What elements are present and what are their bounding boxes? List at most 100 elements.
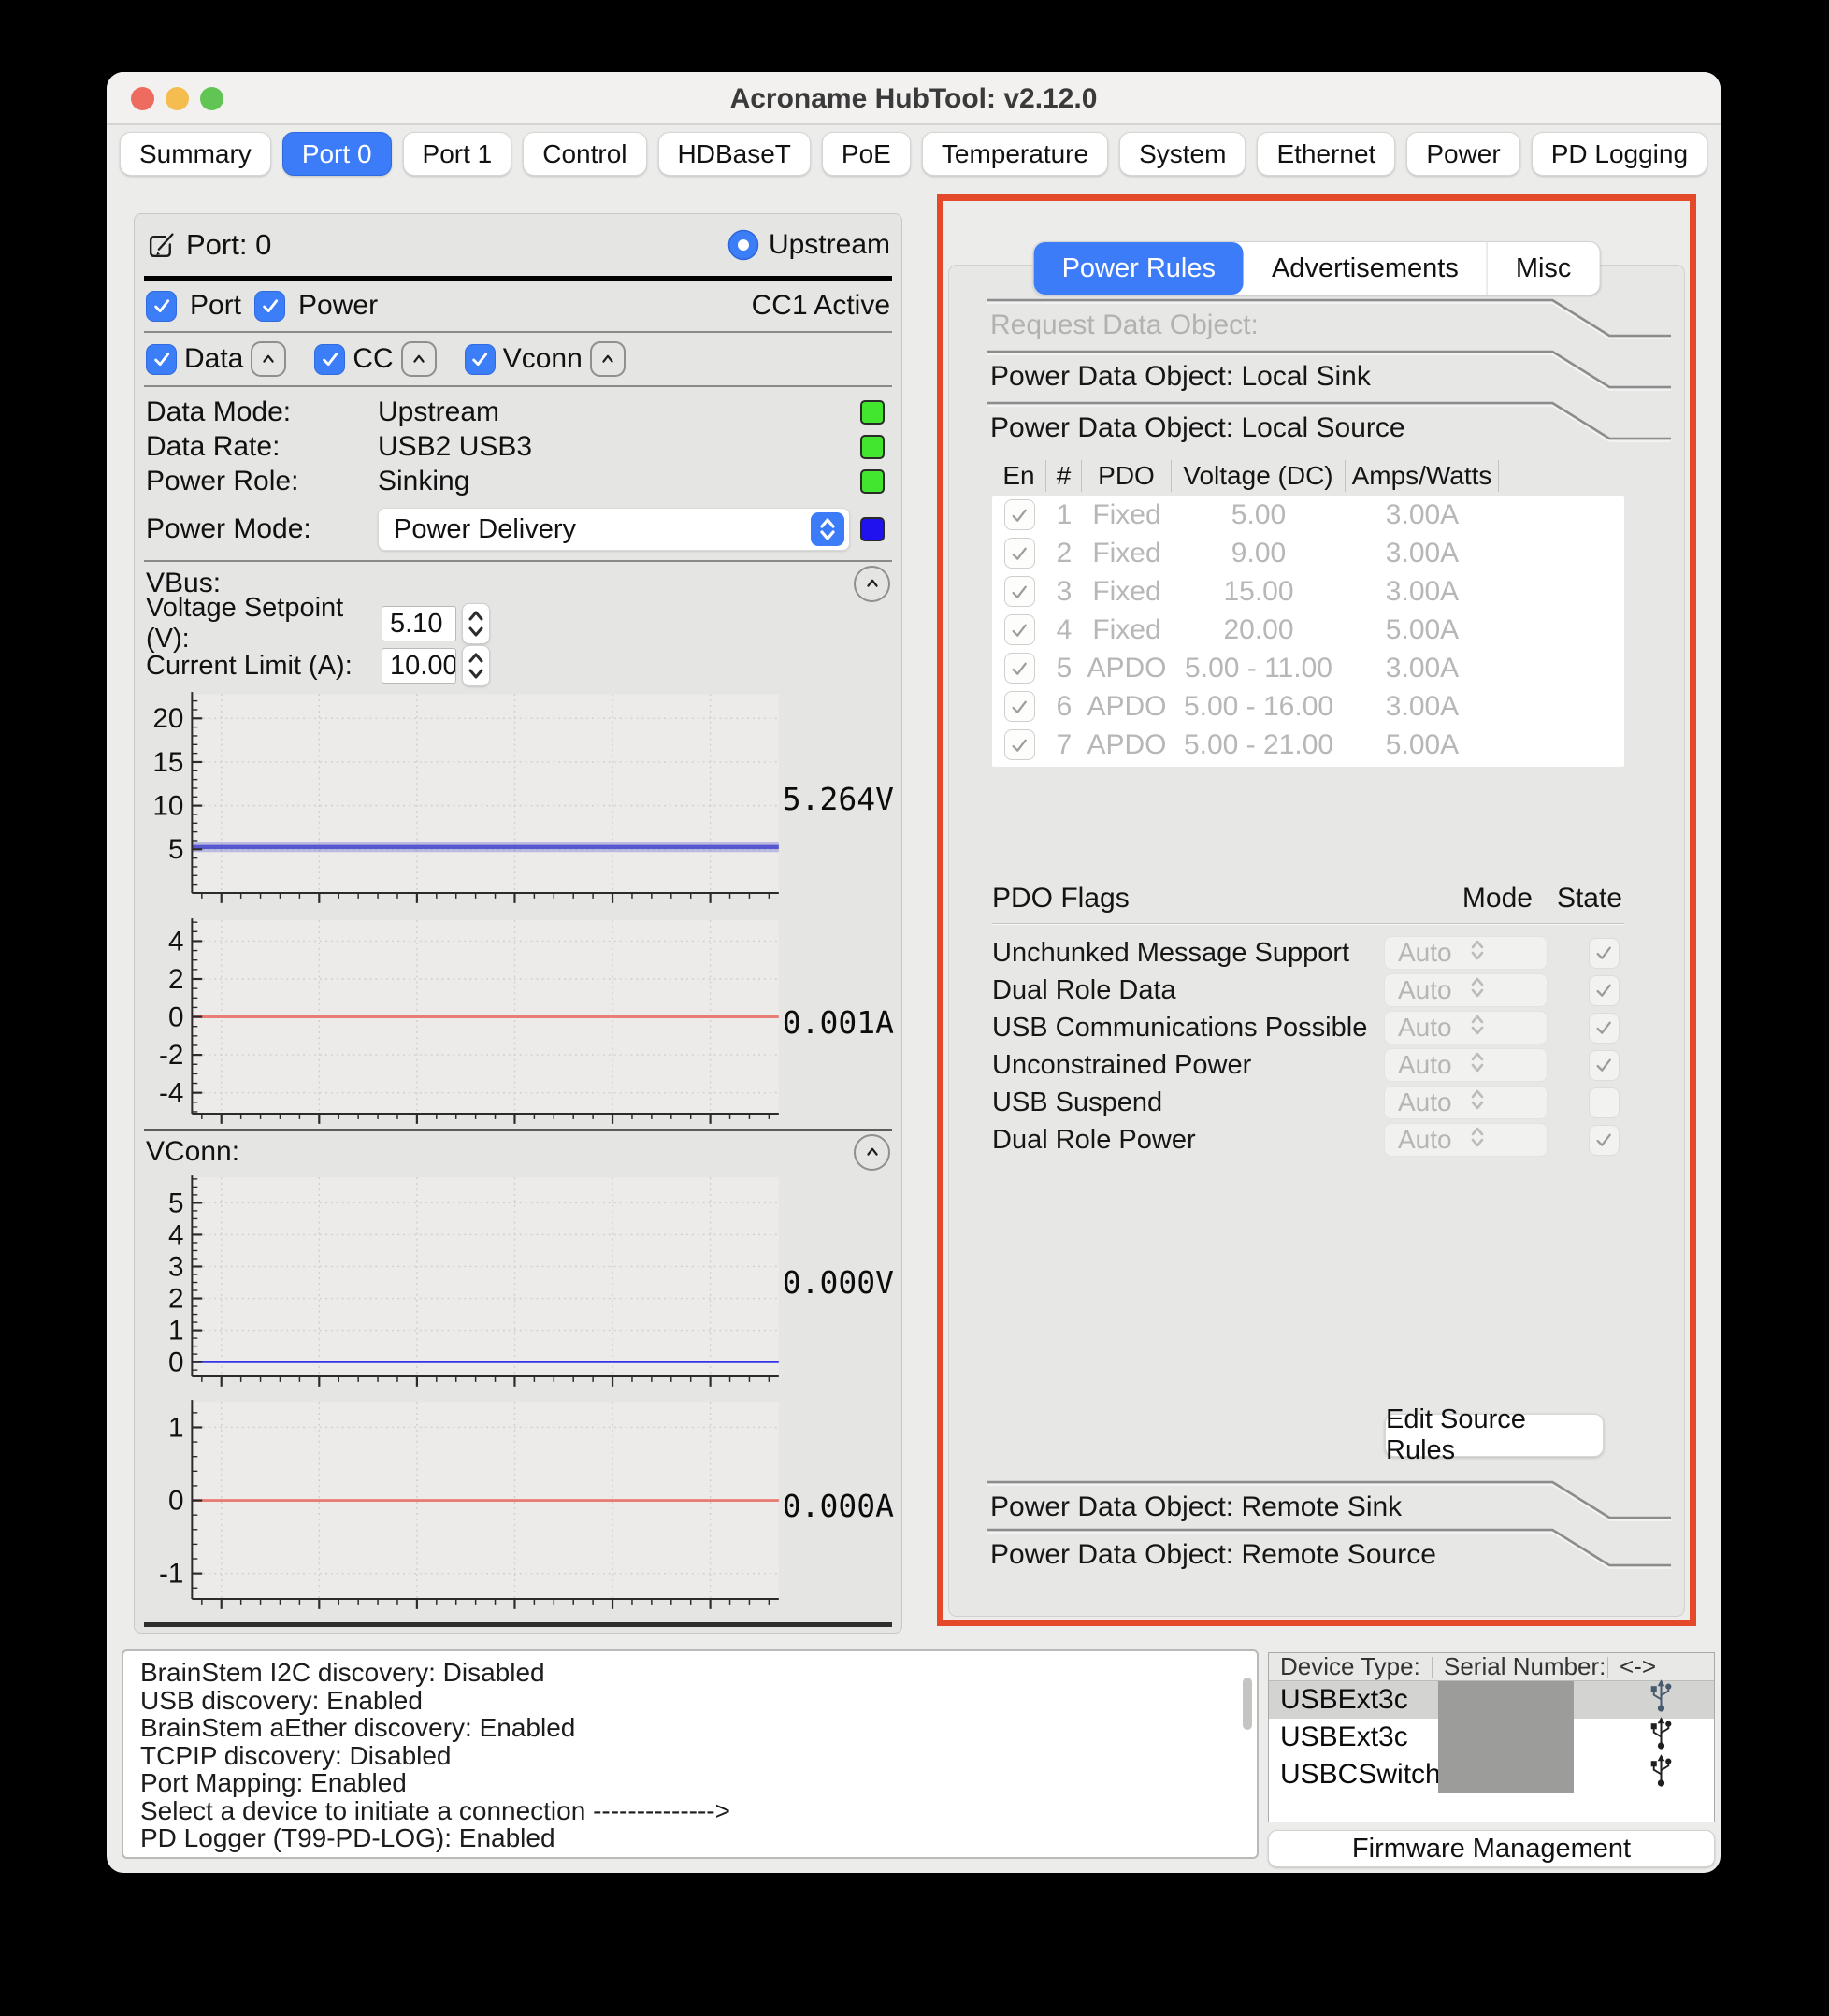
state-column-header: State bbox=[1557, 883, 1622, 914]
log-scrollbar[interactable] bbox=[1243, 1678, 1252, 1730]
tab-poe[interactable]: PoE bbox=[822, 132, 911, 176]
pdo-row: 3Fixed15.003.00A bbox=[992, 572, 1624, 611]
port-checkbox[interactable] bbox=[146, 291, 177, 322]
flag-label: USB Communications Possible bbox=[992, 1013, 1384, 1044]
voltage-setpoint-input[interactable] bbox=[382, 606, 456, 641]
section-local-sink[interactable]: Power Data Object: Local Sink bbox=[987, 350, 1671, 398]
flag-state-checkbox[interactable] bbox=[1589, 1125, 1620, 1156]
upstream-radio[interactable] bbox=[727, 229, 759, 261]
vbus-voltage-reading: 5.264V bbox=[783, 689, 901, 908]
pdo-enabled-checkbox[interactable] bbox=[1004, 653, 1035, 684]
tab-temperature[interactable]: Temperature bbox=[922, 132, 1108, 176]
power-checkbox[interactable] bbox=[254, 291, 285, 322]
pdo-row-cell: APDO bbox=[1082, 653, 1172, 684]
vbus-current-reading: 0.001A bbox=[783, 915, 901, 1129]
edit-port-icon[interactable] bbox=[146, 230, 177, 261]
signal-toggle-cc: CC bbox=[314, 341, 436, 377]
tab-advertisements[interactable]: Advertisements bbox=[1244, 242, 1487, 295]
vconn-collapse-button[interactable] bbox=[854, 1134, 890, 1171]
tab-port-1[interactable]: Port 1 bbox=[403, 132, 512, 176]
flag-mode-select[interactable]: Auto bbox=[1384, 1123, 1548, 1157]
flag-state-wrap bbox=[1583, 1087, 1624, 1118]
tab-power[interactable]: Power bbox=[1406, 132, 1519, 176]
flag-mode-select[interactable]: Auto bbox=[1384, 1048, 1548, 1082]
flag-state-checkbox[interactable] bbox=[1589, 1013, 1620, 1044]
pdo-enabled-checkbox[interactable] bbox=[1004, 538, 1035, 569]
flag-mode-select[interactable]: Auto bbox=[1384, 1086, 1548, 1119]
current-limit-stepper[interactable] bbox=[462, 645, 490, 686]
tab-control[interactable]: Control bbox=[523, 132, 646, 176]
edit-source-rules-button[interactable]: Edit Source Rules bbox=[1385, 1414, 1604, 1457]
pdo-row-cell: 5.00 - 11.00 bbox=[1172, 653, 1346, 684]
data-checkbox[interactable] bbox=[146, 344, 177, 375]
flag-state-checkbox[interactable] bbox=[1589, 1087, 1620, 1118]
info-row: Data Rate:USB2 USB3 bbox=[146, 429, 890, 464]
tab-pd-logging[interactable]: PD Logging bbox=[1532, 132, 1707, 176]
pdo-enabled-checkbox[interactable] bbox=[1004, 691, 1035, 722]
pdo-flag-row: USB SuspendAuto bbox=[992, 1084, 1624, 1121]
flag-state-checkbox[interactable] bbox=[1589, 938, 1620, 969]
power-rules-group-box: Request Data Object: Power Data Object: … bbox=[948, 265, 1685, 1617]
tab-ethernet[interactable]: Ethernet bbox=[1257, 132, 1395, 176]
tab-port-0[interactable]: Port 0 bbox=[282, 132, 392, 176]
flag-state-wrap bbox=[1583, 1013, 1624, 1044]
svg-text:-2: -2 bbox=[159, 1040, 183, 1071]
current-limit-input[interactable] bbox=[382, 648, 456, 684]
section-request-data-object[interactable]: Request Data Object: bbox=[987, 298, 1671, 347]
pdo-enabled-checkbox[interactable] bbox=[1004, 499, 1035, 530]
pdo-row-cell: 3.00A bbox=[1346, 499, 1499, 531]
pdo-row-cell: 4 bbox=[1046, 614, 1082, 646]
info-label: Data Mode: bbox=[146, 396, 378, 428]
flag-state-checkbox[interactable] bbox=[1589, 1050, 1620, 1081]
section-remote-sink[interactable]: Power Data Object: Remote Sink bbox=[987, 1480, 1671, 1529]
pdo-enabled-checkbox[interactable] bbox=[1004, 576, 1035, 607]
flag-label: USB Suspend bbox=[992, 1087, 1384, 1118]
section-local-source[interactable]: Power Data Object: Local Source bbox=[987, 401, 1671, 450]
vconn-collapse-button[interactable] bbox=[590, 341, 626, 377]
log-line: BrainStem aEther discovery: Enabled bbox=[140, 1714, 1240, 1742]
cc-status: CC1 Active bbox=[752, 290, 890, 322]
flag-state-checkbox[interactable] bbox=[1589, 975, 1620, 1006]
device-row[interactable]: USBExt3c bbox=[1269, 1681, 1714, 1719]
pdo-row: 1Fixed5.003.00A bbox=[992, 496, 1624, 534]
tab-system[interactable]: System bbox=[1119, 132, 1246, 176]
cc-collapse-button[interactable] bbox=[401, 341, 437, 377]
tab-hdbaset[interactable]: HDBaseT bbox=[658, 132, 811, 176]
tab-summary[interactable]: Summary bbox=[120, 132, 271, 176]
chevron-up-down-icon bbox=[1469, 938, 1540, 969]
svg-text:0: 0 bbox=[168, 1347, 184, 1378]
power-mode-label: Power Mode: bbox=[146, 513, 378, 545]
pdo-column-header: # bbox=[1046, 460, 1082, 492]
cc-checkbox-label: CC bbox=[353, 343, 393, 375]
svg-text:-1: -1 bbox=[159, 1559, 183, 1590]
flag-mode-select[interactable]: Auto bbox=[1384, 973, 1548, 1007]
firmware-management-button[interactable]: Firmware Management bbox=[1268, 1830, 1715, 1867]
tab-power-rules[interactable]: Power Rules bbox=[1034, 242, 1244, 295]
serial-redaction bbox=[1438, 1719, 1574, 1756]
flag-mode-select[interactable]: Auto bbox=[1384, 1011, 1548, 1044]
pdo-row-cell bbox=[992, 653, 1046, 684]
vbus-collapse-button[interactable] bbox=[854, 566, 890, 602]
section-remote-source[interactable]: Power Data Object: Remote Source bbox=[987, 1528, 1671, 1577]
pdo-enabled-checkbox[interactable] bbox=[1004, 729, 1035, 760]
device-row[interactable]: USBExt3c bbox=[1269, 1719, 1714, 1756]
power-mode-select[interactable]: Power Delivery bbox=[378, 508, 850, 551]
pdo-enabled-checkbox[interactable] bbox=[1004, 614, 1035, 645]
tab-misc[interactable]: Misc bbox=[1487, 242, 1600, 295]
log-line: TCPIP discovery: Disabled bbox=[140, 1742, 1240, 1770]
vconn-checkbox[interactable] bbox=[465, 344, 496, 375]
flag-state-wrap bbox=[1583, 938, 1624, 969]
data-collapse-button[interactable] bbox=[251, 341, 286, 377]
pdo-row-cell bbox=[992, 614, 1046, 645]
serial-number-header: Serial Number: bbox=[1432, 1657, 1607, 1678]
cc-checkbox[interactable] bbox=[314, 344, 345, 375]
device-serial bbox=[1432, 1756, 1607, 1793]
status-log[interactable]: BrainStem I2C discovery: DisabledUSB dis… bbox=[122, 1649, 1259, 1859]
device-serial bbox=[1432, 1719, 1607, 1756]
section-label: Power Data Object: Local Sink bbox=[990, 361, 1371, 393]
pdo-row-cell: 6 bbox=[1046, 691, 1082, 723]
device-row[interactable]: USBCSwitch bbox=[1269, 1756, 1714, 1793]
flag-mode-select[interactable]: Auto bbox=[1384, 936, 1548, 970]
chevron-up-down-icon bbox=[1469, 1087, 1540, 1118]
voltage-setpoint-stepper[interactable] bbox=[462, 603, 490, 644]
